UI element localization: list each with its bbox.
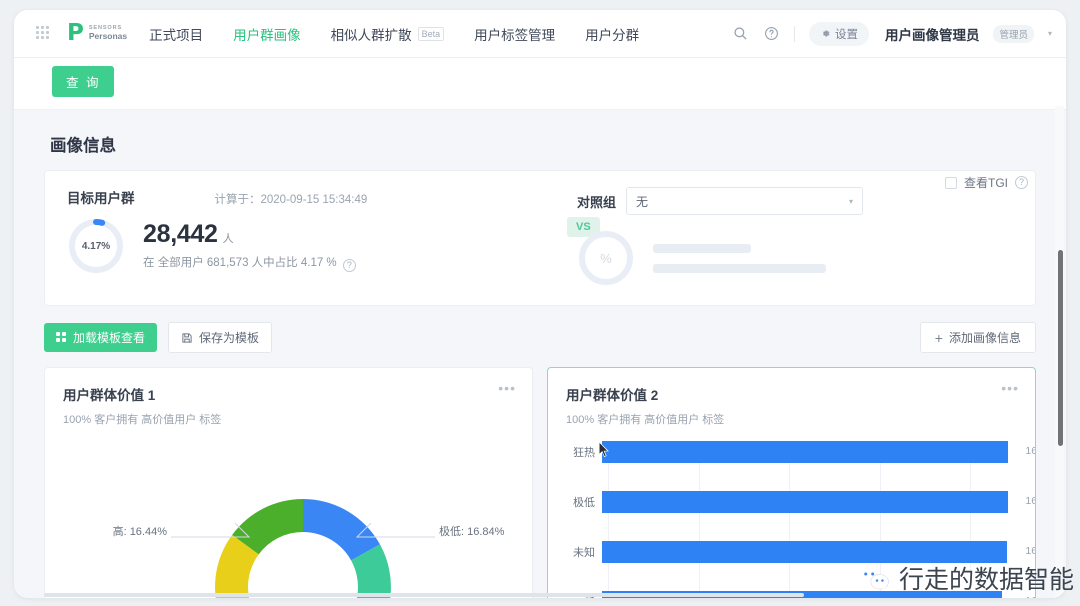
load-template-label: 加载模板查看 [73, 331, 146, 345]
add-profile-label: 添加画像信息 [948, 331, 1021, 345]
card-more-options-icon[interactable]: ••• [1001, 381, 1019, 395]
calc-time: 2020-09-15 15:34:49 [260, 194, 368, 206]
bar-category-label: 狂热 [573, 447, 595, 459]
bar-fill [602, 441, 1009, 463]
settings-button[interactable]: 设置 [808, 21, 869, 46]
brand-line2: Personas [88, 30, 128, 41]
donut-chart: 高: 16.44% 极低: 16.84% 低: 16.55% 狂热: 16.84… [63, 439, 514, 598]
target-subline-text: 在 全部用户 681,573 人中占比 4.17 % [143, 257, 337, 269]
nav-divider [793, 25, 795, 42]
skeleton-bar [653, 243, 751, 253]
watermark: 行走的数据智能 [858, 560, 1074, 596]
control-placeholder: % [577, 229, 1013, 287]
control-group-label: 对照组 [577, 194, 617, 210]
nav-label: 正式项目 [149, 27, 204, 43]
bar-category-label: 未知 [573, 547, 595, 559]
chevron-down-icon: ▾ [849, 196, 854, 206]
tgi-help-icon[interactable]: ? [1015, 176, 1028, 189]
nav-label: 相似人群扩散 [330, 27, 412, 43]
sensors-p-icon: P [67, 20, 84, 46]
chart-card-subtitle: 100% 客户拥有 高价值用户 标签 [63, 414, 222, 426]
nav-item-lookalike[interactable]: 相似人群扩散 Beta [331, 24, 445, 44]
add-profile-button[interactable]: + 添加画像信息 [919, 322, 1036, 353]
grid-icon [56, 332, 67, 343]
role-badge: 管理员 [993, 24, 1034, 43]
query-button[interactable]: 查 询 [52, 66, 115, 97]
save-template-button[interactable]: 保存为模板 [168, 322, 273, 353]
app-launcher-grid-icon[interactable] [36, 26, 51, 41]
pie-label-gao: 高: 16.44% [112, 526, 167, 538]
vertical-scrollbar-thumb[interactable] [1058, 250, 1063, 446]
nav-item-formal-project[interactable]: 正式项目 [149, 24, 203, 44]
control-group-panel: 对照组 无 ▾ % [543, 187, 1013, 287]
help-icon[interactable] [763, 25, 780, 42]
wechat-icon [858, 566, 889, 591]
nav-items: 正式项目 用户群画像 相似人群扩散 Beta 用户标签管理 用户分群 [149, 24, 639, 44]
target-group-title: 目标用户群 [67, 191, 135, 206]
load-template-button[interactable]: 加载模板查看 [44, 323, 158, 352]
card-more-options-icon[interactable]: ••• [498, 381, 516, 395]
nav-label: 用户群画像 [233, 27, 301, 43]
donut-percent-label: 4.17% [81, 240, 111, 252]
chart-card-user-value-1[interactable]: 用户群体价值 1 100% 客户拥有 高价值用户 标签 ••• 高: 16.44… [44, 367, 533, 598]
bar-row[interactable]: 极低 16.84% [566, 491, 1035, 513]
target-metrics: 28,442 人 在 全部用户 681,573 人中占比 4.17 % ? [143, 220, 356, 272]
calc-prefix: 计算于： [214, 194, 261, 206]
donut-chart-svg [171, 499, 435, 598]
settings-label: 设置 [834, 28, 858, 41]
beta-tag: Beta [417, 26, 445, 41]
control-group-select[interactable]: 无 ▾ [626, 187, 864, 215]
target-subline: 在 全部用户 681,573 人中占比 4.17 % ? [143, 254, 356, 272]
bar-value-label: 16.84% [1025, 445, 1035, 457]
chart-card-title: 用户群体价值 1 [63, 388, 156, 403]
plus-icon: + [934, 329, 943, 346]
save-template-label: 保存为模板 [199, 331, 260, 345]
gear-icon [822, 30, 830, 37]
nav-right-group: 设置 用户画像管理员 管理员 ▾ [732, 21, 1052, 46]
watermark-text: 行走的数据智能 [898, 565, 1074, 594]
calc-time-row: 计算于：2020-09-15 15:34:49 [215, 191, 368, 207]
target-count: 28,442 [143, 220, 218, 248]
top-navigation-bar: P SENSORS Personas 正式项目 用户群画像 相似人群扩散 Bet… [14, 10, 1066, 58]
nav-label: 用户分群 [585, 27, 640, 43]
ratio-help-icon[interactable]: ? [342, 259, 356, 272]
skeleton-bar [653, 263, 826, 273]
target-group-panel: 目标用户群 计算于：2020-09-15 15:34:49 4.17% 28,4… [67, 187, 600, 287]
control-percent-placeholder: % [600, 250, 612, 266]
query-strip: 查 询 [14, 58, 1066, 110]
nav-item-user-segmentation[interactable]: 用户分群 [585, 24, 639, 44]
page-title: 画像信息 [50, 137, 116, 155]
template-toolbar: 加载模板查看 保存为模板 + 添加画像信息 [44, 322, 1036, 353]
control-group-value: 无 [636, 194, 649, 209]
nav-item-tag-management[interactable]: 用户标签管理 [474, 24, 555, 44]
save-icon [182, 332, 192, 343]
bar-fill [602, 491, 1009, 513]
chart-card-subtitle: 100% 客户拥有 高价值用户 标签 [566, 414, 725, 426]
target-ratio-donut: 4.17% [67, 217, 125, 275]
summary-card: 目标用户群 计算于：2020-09-15 15:34:49 4.17% 28,4… [44, 170, 1036, 306]
chevron-down-icon[interactable]: ▾ [1048, 29, 1052, 38]
pie-label-jidi: 极低: 16.84% [439, 526, 505, 538]
bar-value-label: 16.84% [1025, 495, 1035, 507]
bar-row[interactable]: 狂热 16.84% [566, 441, 1035, 463]
bar-category-label: 极低 [573, 497, 595, 509]
nav-label: 用户标签管理 [474, 27, 556, 43]
horizontal-scrollbar-thumb[interactable] [44, 593, 804, 597]
brand-logo[interactable]: P SENSORS Personas [67, 22, 127, 45]
page-scroll-body: 查 询 画像信息 查看TGI ? 目标用户群 计算于：2020-09-15 15… [14, 58, 1066, 598]
search-icon[interactable] [732, 25, 749, 42]
user-name-label[interactable]: 用户画像管理员 [885, 24, 980, 44]
nav-item-user-group-profile[interactable]: 用户群画像 [233, 24, 301, 44]
control-ratio-donut-empty: % [577, 229, 635, 287]
chart-card-title: 用户群体价值 2 [566, 388, 659, 403]
bar-value-label: 16.78% [1025, 545, 1035, 557]
app-window: P SENSORS Personas 正式项目 用户群画像 相似人群扩散 Bet… [14, 10, 1066, 598]
target-count-unit: 人 [222, 233, 234, 245]
